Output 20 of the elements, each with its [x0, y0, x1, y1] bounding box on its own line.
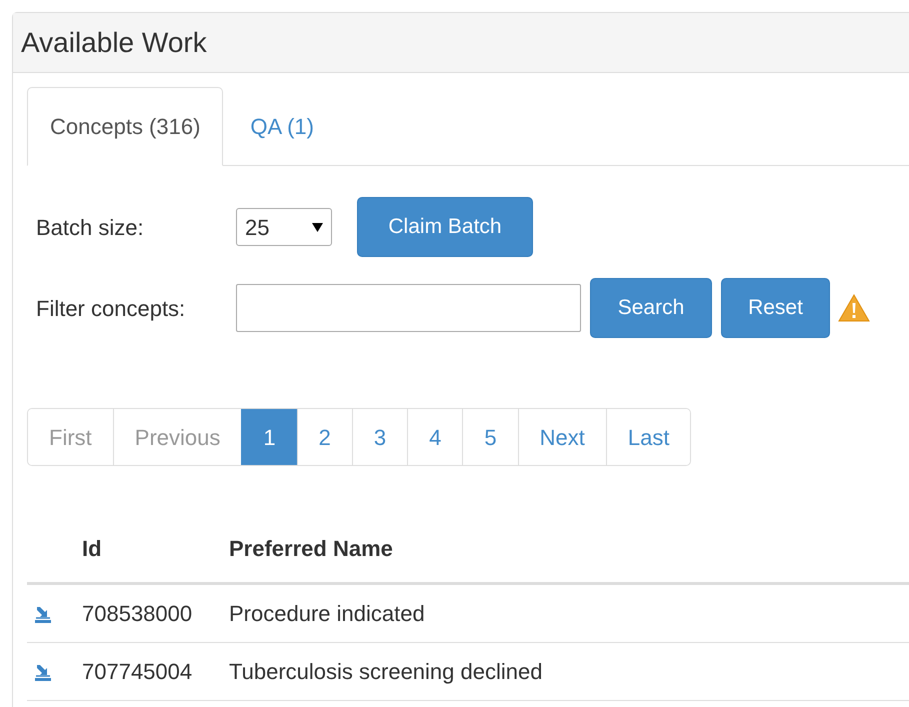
tab[interactable]: QA (1)	[223, 87, 341, 165]
column-header: Id	[82, 535, 103, 563]
batch-size-label: Batch size:	[36, 214, 145, 242]
batch-size-select[interactable]: 25	[236, 208, 332, 246]
panel-title: Available Work	[21, 26, 207, 60]
dropdown-caret-icon	[312, 222, 323, 232]
tab[interactable]: Concepts (316)	[27, 87, 224, 166]
page-link[interactable]: Last	[606, 409, 690, 465]
reset-button[interactable]: Reset	[721, 278, 830, 338]
table-cell-text: Procedure indicated	[229, 600, 425, 628]
table-cell-text: 707745004	[82, 658, 194, 686]
column-header: Preferred Name	[229, 535, 393, 563]
claim-batch-button[interactable]: Claim Batch	[357, 197, 533, 257]
search-button[interactable]: Search	[590, 278, 712, 338]
filter-label: Filter concepts:	[36, 294, 186, 323]
warning-icon	[838, 294, 870, 322]
page-link[interactable]: 1	[241, 409, 297, 465]
table-cell-text: 708538000	[82, 600, 194, 628]
table-cell-text: Tuberculosis screening declined	[229, 658, 542, 686]
filter-input-field[interactable]	[236, 284, 581, 332]
